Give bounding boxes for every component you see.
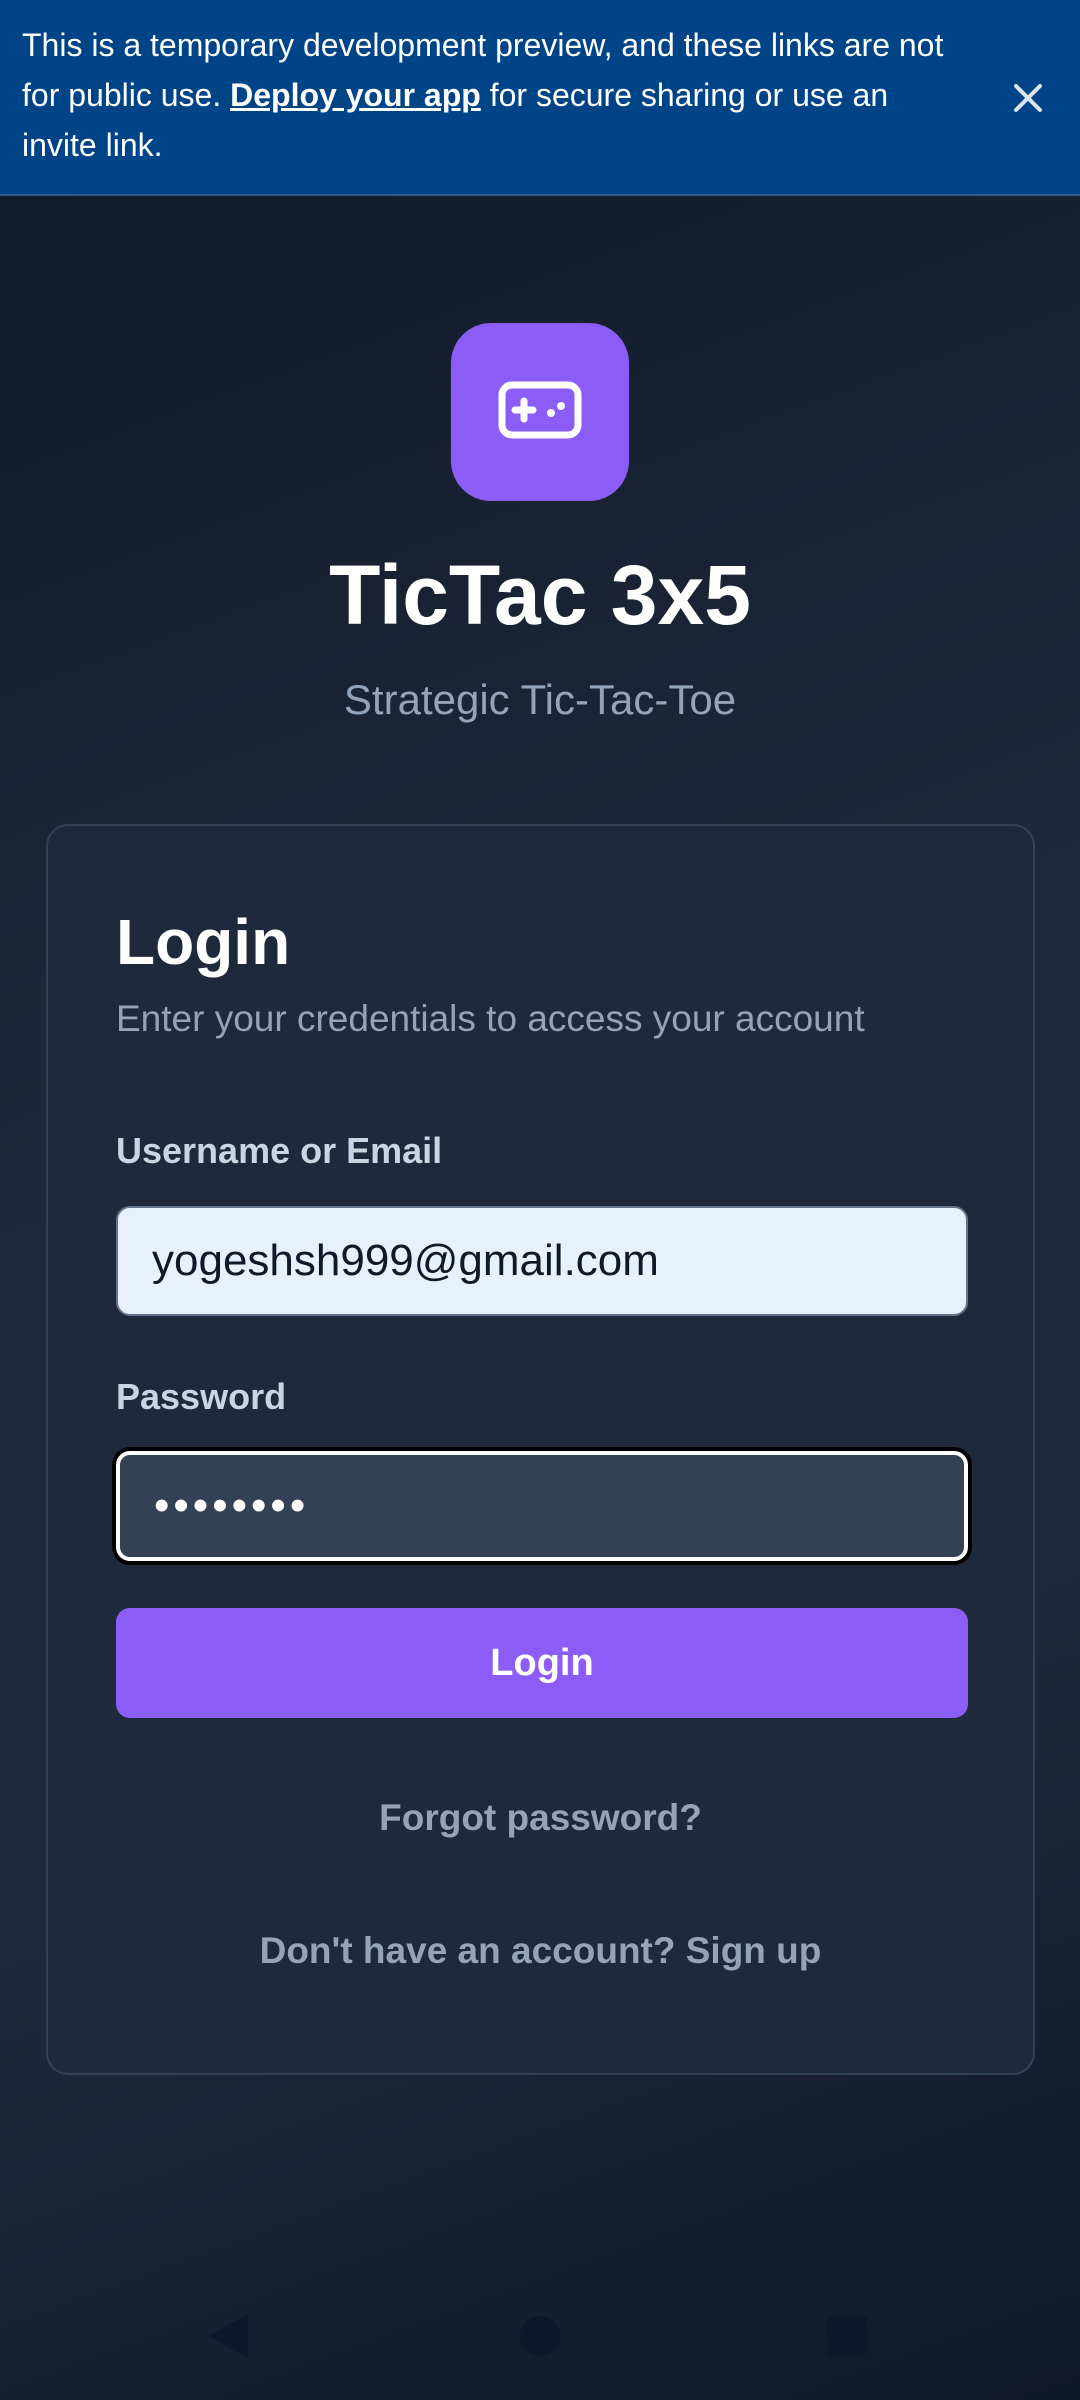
login-description: Enter your credentials to access your ac… — [116, 998, 865, 1039]
app-logo — [451, 323, 629, 501]
home-circle-icon[interactable] — [519, 2315, 561, 2362]
system-nav-bar — [0, 2290, 1080, 2380]
dev-preview-banner: This is a temporary development preview,… — [0, 0, 1080, 196]
close-icon[interactable] — [1008, 78, 1048, 118]
password-input[interactable] — [116, 1451, 968, 1561]
signup-link[interactable]: Don't have an account? Sign up — [48, 1926, 1033, 1976]
login-card: Login Enter your credentials to access y… — [46, 824, 1035, 2075]
login-button[interactable]: Login — [116, 1608, 968, 1718]
forgot-password-link[interactable]: Forgot password? — [48, 1793, 1033, 1843]
back-triangle-icon[interactable] — [206, 2312, 250, 2365]
username-input[interactable] — [116, 1206, 968, 1316]
login-title: Login — [116, 906, 291, 978]
app-subtitle: Strategic Tic-Tac-Toe — [343, 676, 737, 723]
gamepad-icon — [498, 381, 582, 444]
app-title: TicTac 3x5 — [329, 548, 751, 642]
deploy-app-link[interactable]: Deploy your app — [230, 77, 481, 113]
username-label: Username or Email — [116, 1130, 443, 1171]
recents-square-icon[interactable] — [826, 2315, 868, 2362]
password-label: Password — [116, 1376, 287, 1417]
